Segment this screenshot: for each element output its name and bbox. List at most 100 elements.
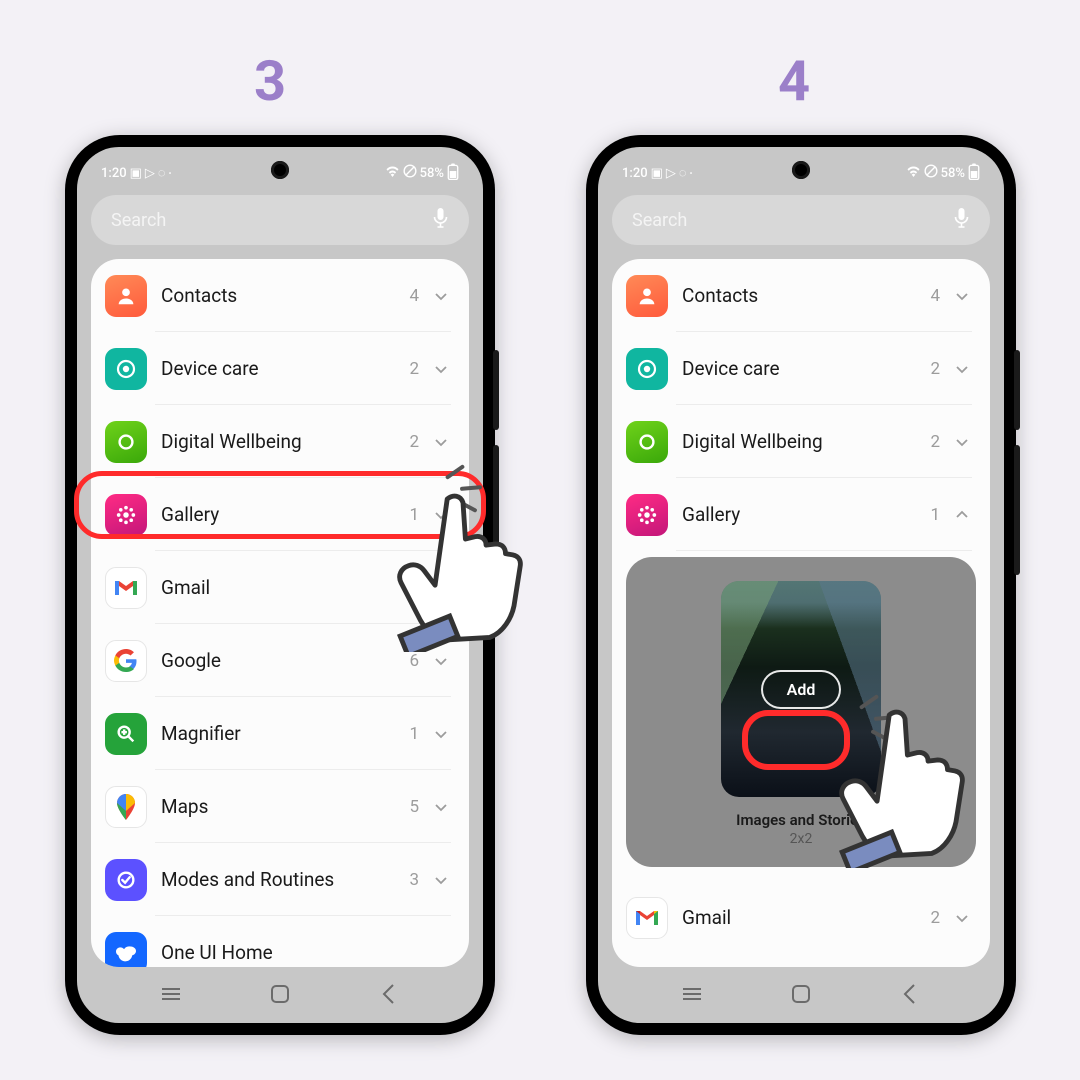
back-button[interactable] [376, 981, 402, 1007]
widget-count: 2 [409, 359, 419, 379]
search-placeholder: Search [111, 210, 166, 231]
gmail-icon [626, 897, 668, 939]
app-label: One UI Home [161, 941, 449, 964]
chevron-down-icon [433, 799, 449, 815]
volume-button [493, 350, 499, 430]
front-camera [792, 161, 810, 179]
wifi-icon [906, 165, 921, 181]
chevron-down-icon [433, 288, 449, 304]
google-icon [105, 640, 147, 682]
app-label: Google [161, 649, 409, 672]
list-item-gmail[interactable]: Gmail 2 [612, 881, 990, 954]
widget-count: 2 [930, 359, 940, 379]
list-item-gallery[interactable]: Gallery 1 [91, 478, 469, 551]
device-care-icon [105, 348, 147, 390]
play-icon: ▷ [145, 166, 155, 181]
app-label: Magnifier [161, 722, 409, 745]
mic-icon[interactable] [953, 207, 970, 234]
search-placeholder: Search [632, 210, 687, 231]
chevron-down-icon [433, 653, 449, 669]
widget-count: 3 [409, 870, 419, 890]
app-label: Maps [161, 795, 409, 818]
app-label: Contacts [682, 284, 930, 307]
tap-sparks [846, 694, 906, 754]
gallery-icon [105, 494, 147, 536]
digital-wellbeing-icon [105, 421, 147, 463]
widget-count: 2 [930, 908, 940, 928]
widget-count: 1 [409, 505, 419, 525]
front-camera [271, 161, 289, 179]
device-care-icon [626, 348, 668, 390]
list-item-device-care[interactable]: Device care 2 [91, 332, 469, 405]
widget-count: 2 [409, 578, 419, 598]
chevron-down-icon [954, 910, 970, 926]
mic-icon[interactable] [432, 207, 449, 234]
phone-step-3: 1:20 ▣ ▷ ◌ • 58% Search [65, 135, 495, 1035]
chevron-down-icon [954, 288, 970, 304]
list-item-maps[interactable]: Maps 5 [91, 770, 469, 843]
widget-preview[interactable]: Add [721, 581, 881, 797]
chevron-down-icon [954, 361, 970, 377]
list-item-contacts[interactable]: Contacts 4 [612, 259, 990, 332]
chevron-up-icon [954, 507, 970, 523]
widget-title: Images and Stories [736, 811, 866, 829]
app-label: Gallery [682, 503, 930, 526]
list-item-gmail[interactable]: Gmail 2 [91, 551, 469, 624]
battery-text: 58% [941, 166, 965, 181]
wifi-icon [385, 165, 400, 181]
list-item-device-care[interactable]: Device care 2 [612, 332, 990, 405]
app-label: Digital Wellbeing [682, 430, 930, 453]
sync-icon: ◌ [158, 165, 166, 181]
no-sim-icon [403, 164, 417, 182]
app-label: Contacts [161, 284, 409, 307]
power-button [493, 445, 499, 575]
magnifier-icon [105, 713, 147, 755]
maps-icon [105, 786, 147, 828]
widget-count: 1 [930, 505, 940, 525]
contacts-icon [626, 275, 668, 317]
chevron-down-icon [433, 726, 449, 742]
status-time: 1:20 [622, 166, 648, 181]
chevron-down-icon [433, 361, 449, 377]
back-button[interactable] [897, 981, 923, 1007]
widget-count: 6 [409, 651, 419, 671]
list-item-gallery[interactable]: Gallery 1 [612, 478, 990, 551]
app-label: Device care [161, 357, 409, 380]
widget-list-card: Contacts 4 Device care 2 Digital Wellbei… [612, 259, 990, 967]
status-time: 1:20 [101, 166, 127, 181]
recents-button[interactable] [679, 981, 705, 1007]
home-button[interactable] [267, 981, 293, 1007]
list-item-digital-wellbeing[interactable]: Digital Wellbeing 2 [91, 405, 469, 478]
volume-button [1014, 350, 1020, 430]
recents-button[interactable] [158, 981, 184, 1007]
sync-icon: ◌ [679, 165, 687, 181]
tap-sparks [432, 464, 492, 524]
chevron-down-icon [954, 434, 970, 450]
widget-list-card: Contacts 4 Device care 2 Digital Wellbei… [91, 259, 469, 967]
add-button[interactable]: Add [761, 670, 842, 709]
more-icon: • [169, 169, 172, 178]
app-label: Gallery [161, 503, 409, 526]
list-item-magnifier[interactable]: Magnifier 1 [91, 697, 469, 770]
search-input[interactable]: Search [612, 195, 990, 245]
widget-count: 4 [930, 286, 940, 306]
home-button[interactable] [788, 981, 814, 1007]
step-number-4: 4 [778, 48, 810, 114]
list-item-modes-routines[interactable]: Modes and Routines 3 [91, 843, 469, 916]
list-item-digital-wellbeing[interactable]: Digital Wellbeing 2 [612, 405, 990, 478]
list-item-one-ui-home[interactable]: One UI Home [91, 916, 469, 967]
battery-text: 58% [420, 166, 444, 181]
digital-wellbeing-icon [626, 421, 668, 463]
modes-routines-icon [105, 859, 147, 901]
gmail-icon [105, 567, 147, 609]
search-input[interactable]: Search [91, 195, 469, 245]
battery-icon [447, 163, 459, 184]
list-item-contacts[interactable]: Contacts 4 [91, 259, 469, 332]
chevron-down-icon [433, 872, 449, 888]
list-item-google[interactable]: Google 6 [91, 624, 469, 697]
widget-size: 2x2 [790, 831, 813, 847]
phone-step-4: 1:20 ▣ ▷ ◌ • 58% Search Contacts 4 [586, 135, 1016, 1035]
more-icon: • [690, 169, 693, 178]
battery-icon [968, 163, 980, 184]
chevron-down-icon [433, 580, 449, 596]
